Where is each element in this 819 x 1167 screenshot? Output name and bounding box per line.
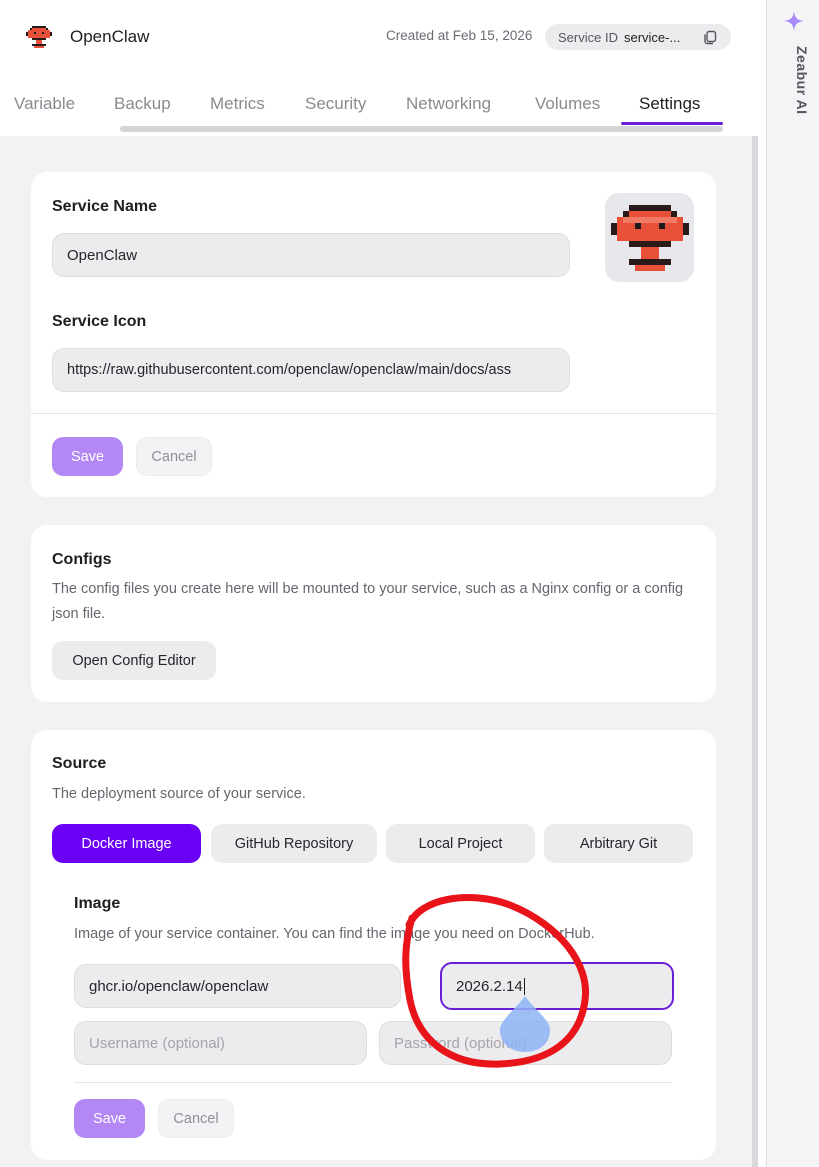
copy-icon[interactable] <box>702 29 718 45</box>
source-title: Source <box>52 755 107 772</box>
content-scrollbar[interactable] <box>752 136 758 1167</box>
source-option-github-repository[interactable]: GitHub Repository <box>211 824 377 863</box>
configs-description: The config files you create here will be… <box>52 581 684 622</box>
service-info-card: Service Name OpenClaw Service Icon https… <box>31 172 716 497</box>
openclaw-robot-icon <box>26 26 52 48</box>
source-cancel-button[interactable]: Cancel <box>158 1099 234 1138</box>
text-caret <box>523 977 525 995</box>
configs-card: Configs The config files you create here… <box>31 525 716 702</box>
source-description: The deployment source of your service. <box>52 786 306 802</box>
registry-password-input[interactable]: Password (optional) <box>379 1021 672 1065</box>
open-config-editor-button[interactable]: Open Config Editor <box>52 641 216 680</box>
image-tag-input[interactable]: 2026.2.14 <box>440 962 674 1010</box>
image-tag-value: 2026.2.14 <box>456 977 523 995</box>
tabs-scrollbar[interactable] <box>120 126 723 132</box>
service-id-label: Service ID <box>558 29 618 45</box>
active-tab-indicator <box>621 122 723 125</box>
service-id-pill[interactable]: Service ID service-... <box>545 24 731 50</box>
source-card: Source The deployment source of your ser… <box>31 730 716 1160</box>
service-header: OpenClaw Created at Feb 15, 2026 Service… <box>0 0 766 132</box>
app-title: OpenClaw <box>70 27 150 46</box>
image-name-input[interactable]: ghcr.io/openclaw/openclaw <box>74 964 401 1008</box>
tab-variable[interactable]: Variable <box>14 94 75 114</box>
card-divider <box>31 413 716 414</box>
tab-volumes[interactable]: Volumes <box>535 94 600 114</box>
service-cancel-button[interactable]: Cancel <box>136 437 212 476</box>
image-description: Image of your service container. You can… <box>74 926 595 942</box>
service-avatar[interactable] <box>605 193 694 282</box>
registry-username-input[interactable]: Username (optional) <box>74 1021 367 1065</box>
service-name-input[interactable]: OpenClaw <box>52 233 570 277</box>
settings-content: Service Name OpenClaw Service Icon https… <box>0 136 752 1167</box>
service-id-value: service-... <box>623 29 681 45</box>
source-option-docker-image[interactable]: Docker Image <box>52 824 201 863</box>
configs-title: Configs <box>52 551 112 568</box>
tab-metrics[interactable]: Metrics <box>210 94 265 114</box>
openclaw-robot-icon <box>610 204 689 271</box>
source-option-arbitrary-git[interactable]: Arbitrary Git <box>544 824 693 863</box>
source-divider <box>74 1082 672 1083</box>
tab-networking[interactable]: Networking <box>406 94 491 114</box>
service-icon-label: Service Icon <box>52 313 147 330</box>
created-at-text: Created at Feb 15, 2026 <box>386 28 533 43</box>
service-name-label: Service Name <box>52 198 157 215</box>
source-option-local-project[interactable]: Local Project <box>386 824 535 863</box>
sparkle-icon <box>784 11 804 31</box>
service-save-button[interactable]: Save <box>52 437 123 476</box>
service-icon-url-input[interactable]: https://raw.githubusercontent.com/opencl… <box>52 348 570 392</box>
tab-backup[interactable]: Backup <box>114 94 171 114</box>
tab-security[interactable]: Security <box>305 94 366 114</box>
source-save-button[interactable]: Save <box>74 1099 145 1138</box>
tab-settings[interactable]: Settings <box>639 94 700 114</box>
image-title: Image <box>74 895 121 912</box>
zeabur-ai-label: Zeabur AI <box>794 46 810 115</box>
zeabur-ai-rail[interactable]: Zeabur AI <box>766 0 819 1167</box>
